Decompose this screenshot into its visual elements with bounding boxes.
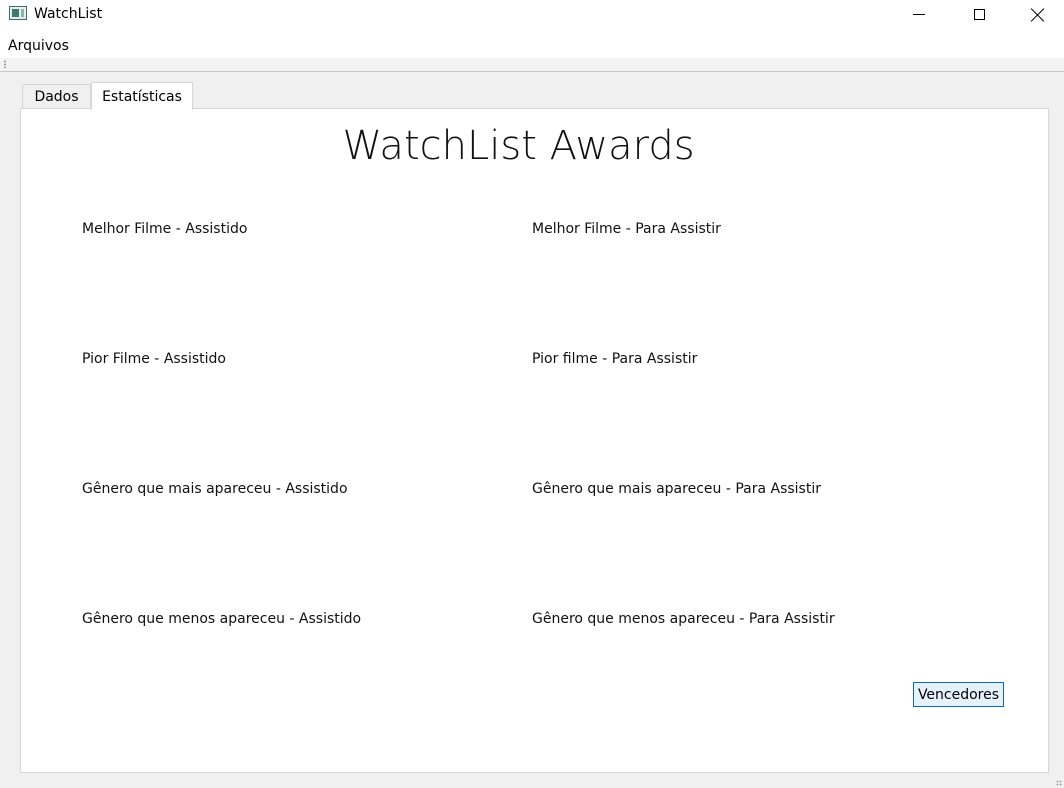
app-window-icon <box>9 6 27 20</box>
award-genre-most-to-watch-label: Gênero que mais apareceu - Para Assistir <box>532 481 821 497</box>
app-window: WatchList Arquivos Dados Estatísticas Wa… <box>0 0 1064 788</box>
window-title: WatchList <box>34 6 103 22</box>
award-worst-to-watch-label: Pior filme - Para Assistir <box>532 351 698 367</box>
minimize-button[interactable] <box>896 0 942 29</box>
maximize-icon <box>973 9 985 20</box>
minimize-icon <box>913 14 925 15</box>
statistics-panel: WatchList Awards Melhor Filme - Assistid… <box>20 108 1049 773</box>
award-worst-watched-label: Pior Filme - Assistido <box>82 351 226 367</box>
tab-label: Estatísticas <box>102 88 182 105</box>
award-best-to-watch-label: Melhor Filme - Para Assistir <box>532 221 721 237</box>
tab-estatisticas[interactable]: Estatísticas <box>91 82 193 110</box>
toolbar-strip <box>0 58 1064 72</box>
maximize-button[interactable] <box>956 0 1002 29</box>
close-button[interactable] <box>1015 0 1061 29</box>
tab-label: Dados <box>34 88 79 105</box>
menu-item-arquivos[interactable]: Arquivos <box>8 37 69 55</box>
award-genre-least-to-watch-label: Gênero que menos apareceu - Para Assisti… <box>532 611 835 627</box>
tab-dados[interactable]: Dados <box>22 84 91 108</box>
award-genre-most-watched-label: Gênero que mais apareceu - Assistido <box>82 481 348 497</box>
close-icon <box>1031 8 1045 22</box>
award-best-watched-label: Melhor Filme - Assistido <box>82 221 248 237</box>
title-bar: WatchList <box>0 0 1064 29</box>
page-title: WatchList Awards <box>342 123 695 169</box>
award-genre-least-watched-label: Gênero que menos apareceu - Assistido <box>82 611 362 627</box>
resize-grip-icon[interactable] <box>1056 780 1062 786</box>
toolbar-grip-icon[interactable] <box>4 60 6 68</box>
vencedores-button[interactable]: Vencedores <box>913 682 1004 707</box>
menu-bar: Arquivos <box>0 29 1064 58</box>
